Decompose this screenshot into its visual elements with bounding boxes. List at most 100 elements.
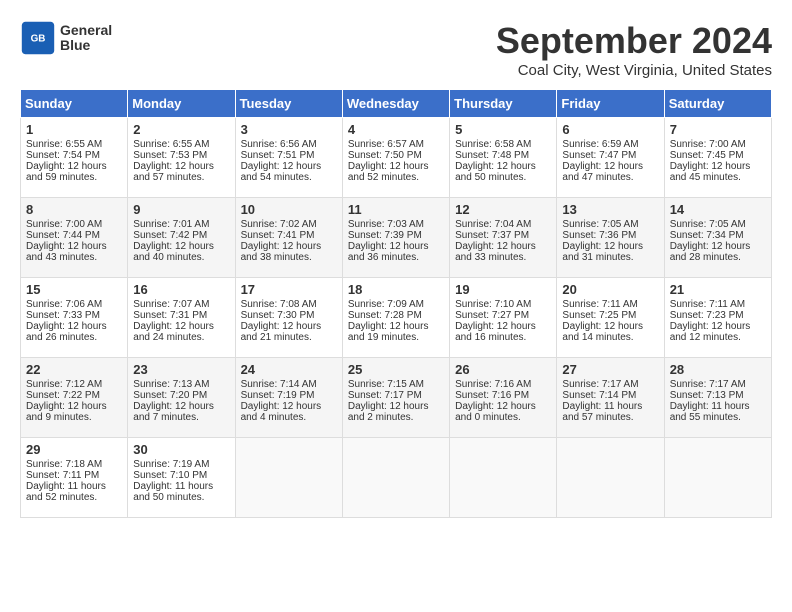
day-number: 14	[670, 202, 766, 217]
daylight-label: Daylight: 12 hours and 9 minutes.	[26, 401, 107, 423]
title-block: September 2024 Coal City, West Virginia,…	[496, 20, 772, 79]
day-number: 6	[562, 122, 658, 137]
daylight-label: Daylight: 12 hours and 50 minutes.	[455, 161, 536, 183]
calendar-cell	[557, 438, 664, 518]
calendar-cell	[342, 438, 449, 518]
calendar-week-3: 15Sunrise: 7:06 AMSunset: 7:33 PMDayligh…	[21, 278, 772, 358]
calendar-cell: 30Sunrise: 7:19 AMSunset: 7:10 PMDayligh…	[128, 438, 235, 518]
calendar-cell: 19Sunrise: 7:10 AMSunset: 7:27 PMDayligh…	[450, 278, 557, 358]
col-thursday: Thursday	[450, 90, 557, 118]
daylight-label: Daylight: 12 hours and 43 minutes.	[26, 241, 107, 263]
sunrise: Sunrise: 7:12 AM	[26, 379, 102, 390]
calendar-table: Sunday Monday Tuesday Wednesday Thursday…	[20, 89, 772, 518]
sunset: Sunset: 7:19 PM	[241, 390, 315, 401]
sunset: Sunset: 7:27 PM	[455, 310, 529, 321]
sunset: Sunset: 7:39 PM	[348, 230, 422, 241]
calendar-cell: 1Sunrise: 6:55 AMSunset: 7:54 PMDaylight…	[21, 118, 128, 198]
day-number: 30	[133, 442, 229, 457]
calendar-cell: 27Sunrise: 7:17 AMSunset: 7:14 PMDayligh…	[557, 358, 664, 438]
sunset: Sunset: 7:33 PM	[26, 310, 100, 321]
sunrise: Sunrise: 6:55 AM	[133, 139, 209, 150]
daylight-label: Daylight: 12 hours and 36 minutes.	[348, 241, 429, 263]
sunrise: Sunrise: 6:59 AM	[562, 139, 638, 150]
sunrise: Sunrise: 7:18 AM	[26, 459, 102, 470]
day-number: 29	[26, 442, 122, 457]
sunrise: Sunrise: 7:02 AM	[241, 219, 317, 230]
calendar-cell: 14Sunrise: 7:05 AMSunset: 7:34 PMDayligh…	[664, 198, 771, 278]
sunset: Sunset: 7:41 PM	[241, 230, 315, 241]
calendar-cell: 9Sunrise: 7:01 AMSunset: 7:42 PMDaylight…	[128, 198, 235, 278]
calendar-cell: 26Sunrise: 7:16 AMSunset: 7:16 PMDayligh…	[450, 358, 557, 438]
calendar-week-2: 8Sunrise: 7:00 AMSunset: 7:44 PMDaylight…	[21, 198, 772, 278]
sunset: Sunset: 7:48 PM	[455, 150, 529, 161]
calendar-cell: 29Sunrise: 7:18 AMSunset: 7:11 PMDayligh…	[21, 438, 128, 518]
calendar-cell: 20Sunrise: 7:11 AMSunset: 7:25 PMDayligh…	[557, 278, 664, 358]
daylight-label: Daylight: 12 hours and 2 minutes.	[348, 401, 429, 423]
day-number: 12	[455, 202, 551, 217]
sunset: Sunset: 7:34 PM	[670, 230, 744, 241]
sunset: Sunset: 7:42 PM	[133, 230, 207, 241]
daylight-label: Daylight: 12 hours and 47 minutes.	[562, 161, 643, 183]
daylight-label: Daylight: 11 hours and 57 minutes.	[562, 401, 642, 423]
sunrise: Sunrise: 7:13 AM	[133, 379, 209, 390]
logo-text: General Blue	[60, 23, 112, 54]
daylight-label: Daylight: 12 hours and 57 minutes.	[133, 161, 214, 183]
sunrise: Sunrise: 7:17 AM	[670, 379, 746, 390]
sunrise: Sunrise: 7:05 AM	[562, 219, 638, 230]
calendar-cell: 11 Sunrise: 7:03 AMSunset: 7:39 PMDayligh…	[342, 198, 449, 278]
day-number: 26	[455, 362, 551, 377]
day-number: 5	[455, 122, 551, 137]
sunrise: Sunrise: 7:00 AM	[670, 139, 746, 150]
location: Coal City, West Virginia, United States	[496, 62, 772, 79]
sunset: Sunset: 7:30 PM	[241, 310, 315, 321]
sunset: Sunset: 7:31 PM	[133, 310, 207, 321]
day-number: 8	[26, 202, 122, 217]
sunrise: Sunrise: 6:58 AM	[455, 139, 531, 150]
calendar-cell	[235, 438, 342, 518]
logo-line1: General	[60, 23, 112, 38]
sunset: Sunset: 7:47 PM	[562, 150, 636, 161]
calendar-cell: 6 Sunrise: 6:59 AMSunset: 7:47 PMDaylight…	[557, 118, 664, 198]
sunset: Sunset: 7:16 PM	[455, 390, 529, 401]
daylight-label: Daylight: 12 hours and 24 minutes.	[133, 321, 214, 343]
calendar-week-4: 22Sunrise: 7:12 AMSunset: 7:22 PMDayligh…	[21, 358, 772, 438]
logo: GB General Blue	[20, 20, 112, 56]
calendar-cell: 4Sunrise: 6:57 AMSunset: 7:50 PMDaylight…	[342, 118, 449, 198]
day-number: 11	[348, 202, 444, 217]
sunset: Sunset: 7:50 PM	[348, 150, 422, 161]
sunrise: Sunrise: 7:11 AM	[562, 299, 637, 310]
daylight-label: Daylight: 12 hours and 45 minutes.	[670, 161, 751, 183]
sunset: Sunset: 7:23 PM	[670, 310, 744, 321]
daylight-label: Daylight: 12 hours and 28 minutes.	[670, 241, 751, 263]
calendar-cell	[664, 438, 771, 518]
day-number: 2	[133, 122, 229, 137]
sunrise: Sunrise: 7:14 AM	[241, 379, 317, 390]
daylight-label: Daylight: 12 hours and 19 minutes.	[348, 321, 429, 343]
calendar-cell: 23Sunrise: 7:13 AMSunset: 7:20 PMDayligh…	[128, 358, 235, 438]
daylight-label: Daylight: 12 hours and 0 minutes.	[455, 401, 536, 423]
sunrise: Sunrise: 7:08 AM	[241, 299, 317, 310]
daylight-label: Daylight: 12 hours and 7 minutes.	[133, 401, 214, 423]
sunset: Sunset: 7:20 PM	[133, 390, 207, 401]
sunset: Sunset: 7:25 PM	[562, 310, 636, 321]
calendar-cell	[450, 438, 557, 518]
sunrise: Sunrise: 7:06 AM	[26, 299, 102, 310]
daylight-label: Daylight: 12 hours and 31 minutes.	[562, 241, 643, 263]
sunrise: Sunrise: 7:01 AM	[133, 219, 209, 230]
sunset: Sunset: 7:22 PM	[26, 390, 100, 401]
calendar-cell: 2 Sunrise: 6:55 AMSunset: 7:53 PMDaylight…	[128, 118, 235, 198]
sunset: Sunset: 7:13 PM	[670, 390, 744, 401]
daylight-label: Daylight: 12 hours and 59 minutes.	[26, 161, 107, 183]
col-saturday: Saturday	[664, 90, 771, 118]
sunset: Sunset: 7:45 PM	[670, 150, 744, 161]
sunset: Sunset: 7:53 PM	[133, 150, 207, 161]
day-number: 17	[241, 282, 337, 297]
daylight-label: Daylight: 11 hours and 52 minutes.	[26, 481, 106, 503]
day-number: 21	[670, 282, 766, 297]
calendar-cell: 13Sunrise: 7:05 AMSunset: 7:36 PMDayligh…	[557, 198, 664, 278]
sunrise: Sunrise: 7:11 AM	[670, 299, 745, 310]
sunrise: Sunrise: 7:03 AM	[348, 219, 424, 230]
day-number: 13	[562, 202, 658, 217]
sunrise: Sunrise: 7:00 AM	[26, 219, 102, 230]
logo-icon: GB	[20, 20, 56, 56]
